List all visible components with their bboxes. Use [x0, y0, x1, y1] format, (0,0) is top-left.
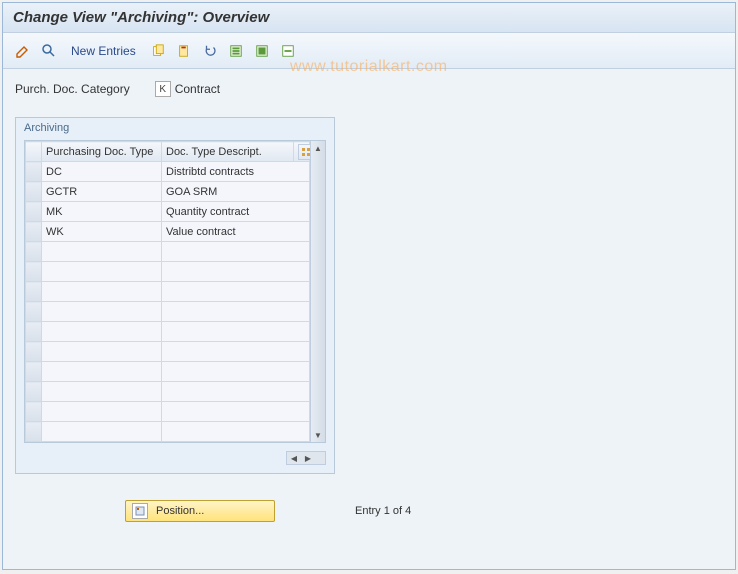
- delete-icon[interactable]: [174, 41, 194, 61]
- table-row[interactable]: DCDistribtd contracts: [26, 162, 310, 182]
- copy-icon[interactable]: [148, 41, 168, 61]
- cell-desc[interactable]: GOA SRM: [162, 182, 310, 202]
- position-label: Position...: [156, 505, 204, 517]
- row-selector[interactable]: [26, 182, 42, 202]
- vertical-scrollbar[interactable]: ▲ ▼: [310, 141, 325, 442]
- cell-desc[interactable]: [162, 422, 310, 442]
- cell-desc[interactable]: [162, 342, 310, 362]
- content-area: Purch. Doc. Category K Contract Archivin…: [3, 69, 735, 569]
- row-selector[interactable]: [26, 422, 42, 442]
- horizontal-scrollbar[interactable]: ◀ ▶: [286, 451, 326, 465]
- table-body: DCDistribtd contracts GCTRGOA SRM MKQuan…: [26, 162, 310, 442]
- row-selector[interactable]: [26, 262, 42, 282]
- table-row[interactable]: [26, 242, 310, 262]
- row-selector[interactable]: [26, 202, 42, 222]
- cell-type[interactable]: [42, 302, 162, 322]
- find-icon[interactable]: [39, 41, 59, 61]
- row-selector[interactable]: [26, 242, 42, 262]
- cell-desc[interactable]: [162, 302, 310, 322]
- sap-window: Change View "Archiving": Overview New En…: [2, 2, 736, 570]
- row-selector[interactable]: [26, 362, 42, 382]
- scroll-right-icon[interactable]: ▶: [301, 451, 315, 465]
- cell-type[interactable]: MK: [42, 202, 162, 222]
- cell-desc[interactable]: [162, 242, 310, 262]
- cell-desc[interactable]: [162, 322, 310, 342]
- table-row[interactable]: GCTRGOA SRM: [26, 182, 310, 202]
- position-icon: [132, 503, 148, 519]
- cell-type[interactable]: GCTR: [42, 182, 162, 202]
- cell-type[interactable]: [42, 262, 162, 282]
- application-toolbar: New Entries: [3, 33, 735, 69]
- category-field-row: Purch. Doc. Category K Contract: [15, 81, 723, 97]
- cell-type[interactable]: [42, 242, 162, 262]
- scroll-down-icon[interactable]: ▼: [311, 428, 325, 442]
- archiving-table: Purchasing Doc. Type Doc. Type Descript.…: [25, 141, 310, 442]
- table-row[interactable]: [26, 362, 310, 382]
- table-row[interactable]: [26, 302, 310, 322]
- footer-row: Position... Entry 1 of 4: [125, 500, 723, 522]
- category-label: Purch. Doc. Category: [15, 82, 130, 96]
- cell-type[interactable]: [42, 342, 162, 362]
- cell-desc[interactable]: [162, 282, 310, 302]
- table-row[interactable]: [26, 322, 310, 342]
- table-row[interactable]: [26, 382, 310, 402]
- title-bar: Change View "Archiving": Overview: [3, 3, 735, 33]
- row-selector[interactable]: [26, 162, 42, 182]
- position-button[interactable]: Position...: [125, 500, 275, 522]
- col-header-type[interactable]: Purchasing Doc. Type: [42, 142, 162, 162]
- page-title: Change View "Archiving": Overview: [13, 9, 725, 26]
- table-row[interactable]: [26, 282, 310, 302]
- cell-desc[interactable]: [162, 262, 310, 282]
- select-all-icon[interactable]: [226, 41, 246, 61]
- cell-desc[interactable]: Value contract: [162, 222, 310, 242]
- table-row[interactable]: [26, 342, 310, 362]
- cell-type[interactable]: [42, 282, 162, 302]
- cell-type[interactable]: DC: [42, 162, 162, 182]
- panel-title: Archiving: [16, 118, 334, 138]
- category-code-box[interactable]: K: [155, 81, 171, 97]
- cell-desc[interactable]: [162, 402, 310, 422]
- table-header-row: Purchasing Doc. Type Doc. Type Descript.: [26, 142, 310, 162]
- cell-type[interactable]: WK: [42, 222, 162, 242]
- cell-type[interactable]: [42, 362, 162, 382]
- select-block-icon[interactable]: [252, 41, 272, 61]
- horizontal-scroll-row: ◀ ▶: [16, 451, 334, 473]
- archiving-panel: Archiving Purchasing Doc. Type Doc. Type…: [15, 117, 335, 474]
- col-header-desc[interactable]: Doc. Type Descript.: [162, 142, 294, 162]
- scroll-left-icon[interactable]: ◀: [287, 451, 301, 465]
- table-row[interactable]: WKValue contract: [26, 222, 310, 242]
- row-selector[interactable]: [26, 342, 42, 362]
- undo-icon[interactable]: [200, 41, 220, 61]
- cell-desc[interactable]: [162, 382, 310, 402]
- deselect-all-icon[interactable]: [278, 41, 298, 61]
- row-selector-header[interactable]: [26, 142, 42, 162]
- new-entries-button[interactable]: New Entries: [71, 44, 136, 58]
- table-row[interactable]: [26, 422, 310, 442]
- cell-desc[interactable]: Quantity contract: [162, 202, 310, 222]
- cell-type[interactable]: [42, 382, 162, 402]
- row-selector[interactable]: [26, 282, 42, 302]
- category-value: K Contract: [155, 81, 220, 97]
- cell-desc[interactable]: Distribtd contracts: [162, 162, 310, 182]
- cell-type[interactable]: [42, 322, 162, 342]
- row-selector[interactable]: [26, 302, 42, 322]
- cell-type[interactable]: [42, 402, 162, 422]
- table-row[interactable]: [26, 402, 310, 422]
- cell-type[interactable]: [42, 422, 162, 442]
- table-row[interactable]: MKQuantity contract: [26, 202, 310, 222]
- cell-desc[interactable]: [162, 362, 310, 382]
- row-selector[interactable]: [26, 222, 42, 242]
- row-selector[interactable]: [26, 402, 42, 422]
- scroll-up-icon[interactable]: ▲: [311, 141, 325, 155]
- change-icon[interactable]: [13, 41, 33, 61]
- row-selector[interactable]: [26, 322, 42, 342]
- grid-container: Purchasing Doc. Type Doc. Type Descript.…: [24, 140, 326, 443]
- entry-count-label: Entry 1 of 4: [355, 505, 411, 517]
- table-config-header[interactable]: [294, 142, 310, 162]
- row-selector[interactable]: [26, 382, 42, 402]
- table-row[interactable]: [26, 262, 310, 282]
- category-text: Contract: [175, 82, 220, 96]
